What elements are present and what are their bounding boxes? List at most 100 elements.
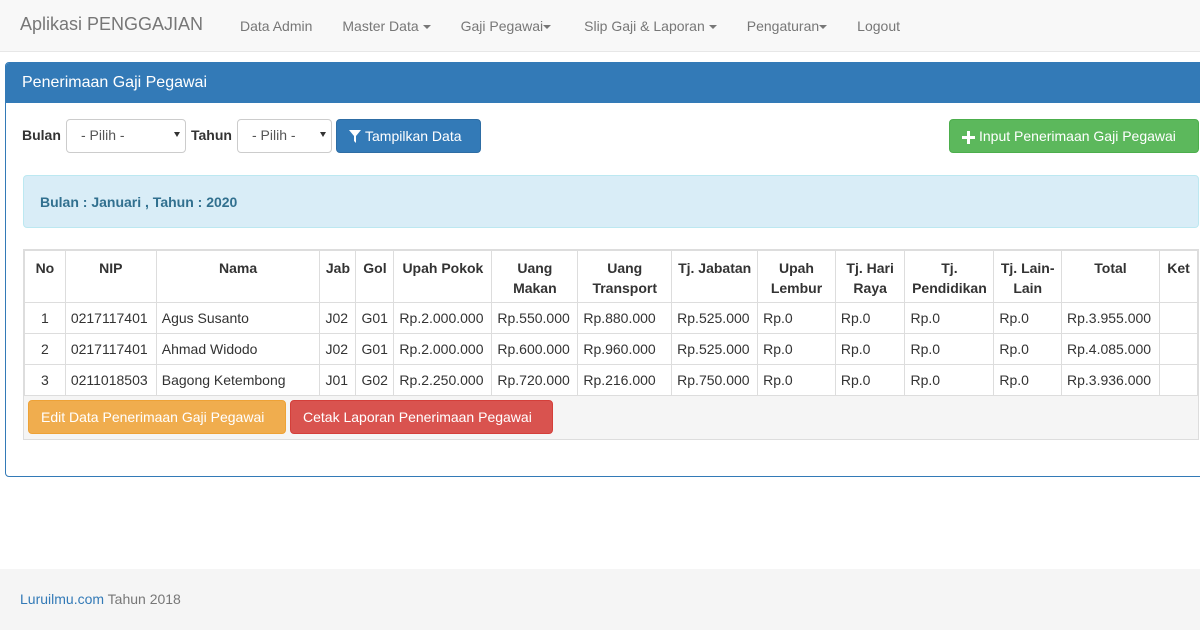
- cell-ket: [1158, 364, 1199, 396]
- cell-uang-makan: Rp.720.000: [491, 364, 579, 396]
- cell-upah-lembur: Rp.0: [757, 364, 836, 396]
- caret-down-icon: [422, 25, 431, 30]
- salary-table-container: No NIP Nama Jab Gol Upah Pokok Uang Maka…: [23, 249, 1199, 440]
- cell-nip: 0217117401: [64, 302, 157, 334]
- add-salary-label: Input Penerimaan Gaji Pegawai: [979, 128, 1176, 144]
- cell-no: 2: [24, 333, 66, 365]
- tahun-label: Tahun: [191, 127, 232, 143]
- cell-ket: [1158, 333, 1199, 365]
- header-tj-hari-raya: Tj. Hari Raya: [834, 250, 906, 303]
- cell-tj-pendidikan: Rp.0: [904, 364, 995, 396]
- cell-upah-pokok: Rp.2.000.000: [393, 302, 493, 334]
- cell-nip: 0211018503: [64, 364, 157, 396]
- cell-tj-lain-lain: Rp.0: [993, 364, 1063, 396]
- salary-panel: Penerimaan Gaji Pegawai Bulan - Pilih - …: [5, 62, 1200, 477]
- cell-uang-transport: Rp.216.000: [577, 364, 673, 396]
- cell-uang-transport: Rp.880.000: [577, 302, 673, 334]
- header-gol: Gol: [355, 250, 395, 303]
- caret-down-icon: [543, 25, 552, 30]
- header-uang-makan: Uang Makan: [491, 250, 579, 303]
- table-header-row: No NIP Nama Jab Gol Upah Pokok Uang Maka…: [24, 250, 1199, 303]
- cell-tj-jabatan: Rp.525.000: [671, 333, 759, 365]
- filter-icon: [349, 130, 361, 144]
- header-no: No: [24, 250, 66, 303]
- cell-jab: J02: [319, 302, 357, 334]
- cell-no: 1: [24, 302, 66, 334]
- table-row: 3 0211018503 Bagong Ketembong J01 G02 Rp…: [24, 364, 1199, 396]
- cell-tj-hari-raya: Rp.0: [834, 333, 906, 365]
- salary-table: No NIP Nama Jab Gol Upah Pokok Uang Maka…: [24, 250, 1199, 396]
- cell-nama: Bagong Ketembong: [155, 364, 321, 396]
- header-ket: Ket: [1158, 250, 1199, 303]
- cell-tj-hari-raya: Rp.0: [834, 364, 906, 396]
- cell-tj-jabatan: Rp.525.000: [671, 302, 759, 334]
- add-salary-button[interactable]: Input Penerimaan Gaji Pegawai: [949, 119, 1199, 153]
- table-row: 2 0217117401 Ahmad Widodo J02 G01 Rp.2.0…: [24, 333, 1199, 365]
- nav-slip-gaji-laporan[interactable]: Slip Gaji & Laporan: [569, 0, 732, 52]
- nav-label: Logout: [857, 18, 900, 34]
- nav-master-data[interactable]: Master Data: [327, 0, 445, 52]
- nav-label: Gaji Pegawai: [460, 18, 544, 34]
- header-nip: NIP: [64, 250, 157, 303]
- nav-menu: Data Admin Master Data Gaji Pegawai Slip…: [225, 0, 915, 52]
- footer-text: Tahun 2018: [104, 591, 181, 607]
- header-nama: Nama: [155, 250, 321, 303]
- cell-nama: Ahmad Widodo: [155, 333, 321, 365]
- period-info-alert: Bulan : Januari , Tahun : 2020: [23, 175, 1199, 228]
- cell-uang-makan: Rp.550.000: [491, 302, 579, 334]
- cell-nama: Agus Susanto: [155, 302, 321, 334]
- tahun-select[interactable]: - Pilih -: [237, 119, 332, 153]
- cell-uang-transport: Rp.960.000: [577, 333, 673, 365]
- cell-jab: J01: [319, 364, 357, 396]
- cell-tj-lain-lain: Rp.0: [993, 333, 1063, 365]
- cell-gol: G02: [355, 364, 395, 396]
- bulan-label: Bulan: [22, 127, 61, 143]
- cell-upah-lembur: Rp.0: [757, 333, 836, 365]
- show-data-button[interactable]: Tampilkan Data: [336, 119, 481, 153]
- nav-label: Master Data: [342, 18, 419, 34]
- header-uang-transport: Uang Transport: [577, 250, 673, 303]
- nav-label: Slip Gaji & Laporan: [584, 18, 705, 34]
- plus-icon: [962, 130, 975, 144]
- print-report-button[interactable]: Cetak Laporan Penerimaan Pegawai: [290, 400, 553, 434]
- caret-down-icon: [819, 25, 828, 30]
- tahun-select-value: - Pilih -: [252, 127, 296, 143]
- dropdown-arrow-icon: [320, 132, 326, 137]
- nav-gaji-pegawai[interactable]: Gaji Pegawai: [446, 0, 570, 52]
- show-data-label: Tampilkan Data: [365, 128, 462, 144]
- cell-upah-lembur: Rp.0: [757, 302, 836, 334]
- nav-label: Pengaturan: [746, 18, 820, 34]
- cell-total: Rp.3.936.000: [1061, 364, 1160, 396]
- cell-uang-makan: Rp.600.000: [491, 333, 579, 365]
- cell-upah-pokok: Rp.2.250.000: [393, 364, 493, 396]
- nav-pengaturan[interactable]: Pengaturan: [732, 0, 842, 52]
- bulan-select[interactable]: - Pilih -: [66, 119, 186, 153]
- header-tj-lain-lain: Tj. Lain-Lain: [993, 250, 1063, 303]
- caret-down-icon: [708, 25, 717, 30]
- header-upah-lembur: Upah Lembur: [757, 250, 836, 303]
- cell-upah-pokok: Rp.2.000.000: [393, 333, 493, 365]
- cell-tj-lain-lain: Rp.0: [993, 302, 1063, 334]
- cell-tj-pendidikan: Rp.0: [904, 302, 995, 334]
- cell-nip: 0217117401: [64, 333, 157, 365]
- cell-ket: [1158, 302, 1199, 334]
- panel-title: Penerimaan Gaji Pegawai: [6, 63, 1200, 103]
- nav-label: Data Admin: [240, 18, 313, 34]
- bulan-select-value: - Pilih -: [81, 127, 125, 143]
- app-brand[interactable]: Aplikasi PENGGAJIAN: [20, 14, 203, 35]
- dropdown-arrow-icon: [174, 132, 180, 137]
- nav-data-admin[interactable]: Data Admin: [225, 0, 327, 52]
- cell-tj-pendidikan: Rp.0: [904, 333, 995, 365]
- edit-salary-button[interactable]: Edit Data Penerimaan Gaji Pegawai: [28, 400, 286, 434]
- cell-gol: G01: [355, 333, 395, 365]
- cell-jab: J02: [319, 333, 357, 365]
- header-upah-pokok: Upah Pokok: [393, 250, 493, 303]
- cell-total: Rp.3.955.000: [1061, 302, 1160, 334]
- header-tj-jabatan: Tj. Jabatan: [671, 250, 759, 303]
- footer-link[interactable]: Luruilmu.com: [20, 591, 104, 607]
- cell-tj-jabatan: Rp.750.000: [671, 364, 759, 396]
- cell-total: Rp.4.085.000: [1061, 333, 1160, 365]
- header-total: Total: [1061, 250, 1160, 303]
- nav-logout[interactable]: Logout: [842, 0, 915, 52]
- header-jab: Jab: [319, 250, 357, 303]
